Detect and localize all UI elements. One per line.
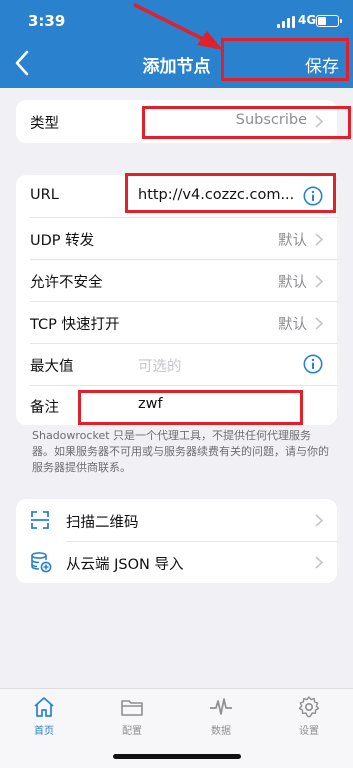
battery-icon: [316, 15, 342, 27]
max-value-label: 最大值: [30, 359, 74, 375]
signal-icon: [277, 16, 295, 28]
annotation-arrow: [133, 3, 223, 50]
tcp-fast-open-row[interactable]: TCP 快速打开 默认: [16, 302, 337, 343]
tab-settings[interactable]: 设置: [279, 695, 339, 739]
type-card: 类型 Subscribe: [16, 100, 337, 143]
home-icon: [34, 697, 54, 717]
max-value-input[interactable]: 可选的: [138, 355, 182, 376]
scan-qr-row[interactable]: 扫描二维码: [16, 499, 337, 541]
scan-qr-label: 扫描二维码: [66, 515, 139, 531]
type-value: Subscribe: [235, 112, 307, 128]
url-label: URL: [30, 187, 59, 203]
insecure-value: 默认: [278, 275, 307, 291]
disclaimer-text: Shadowrocket 只是一个代理工具，不提供任何代理服务器。如果服务器不可…: [32, 429, 329, 474]
max-value-row: 最大值 可选的: [16, 344, 337, 385]
tab-settings-label: 设置: [299, 726, 319, 737]
network-type: 4G: [298, 13, 317, 27]
remark-input[interactable]: zwf: [138, 396, 163, 412]
chevron-right-icon: [315, 233, 323, 246]
pulse-icon: [210, 698, 232, 715]
tcp-fast-open-label: TCP 快速打开: [30, 317, 120, 333]
info-icon[interactable]: [303, 186, 323, 206]
remark-label: 备注: [30, 400, 59, 416]
udp-value: 默认: [278, 233, 307, 249]
udp-row[interactable]: UDP 转发 默认: [16, 218, 337, 259]
chevron-right-icon: [315, 514, 323, 527]
database-import-icon: [31, 552, 52, 573]
import-json-row[interactable]: 从云端 JSON 导入: [16, 542, 337, 583]
info-icon[interactable]: [303, 354, 323, 374]
tab-home-label: 首页: [34, 726, 54, 737]
back-button[interactable]: [10, 48, 38, 78]
chevron-right-icon: [315, 317, 323, 330]
qr-scan-icon: [31, 511, 49, 529]
gear-icon: [298, 696, 320, 718]
folder-icon: [121, 700, 143, 716]
import-json-label: 从云端 JSON 导入: [66, 557, 184, 573]
tab-config[interactable]: 配置: [102, 695, 162, 739]
node-form-card: URL http://v4.cozzc.com... UDP 转发 默认 允许不…: [16, 175, 337, 425]
udp-label: UDP 转发: [30, 233, 95, 249]
insecure-label: 允许不安全: [30, 275, 103, 291]
chevron-right-icon: [315, 115, 323, 128]
chevron-right-icon: [315, 275, 323, 288]
remark-row: 备注 zwf: [16, 386, 337, 425]
tab-data-label: 数据: [211, 726, 231, 737]
import-actions-card: 扫描二维码 从云端 JSON 导入: [16, 499, 337, 583]
type-label: 类型: [30, 116, 59, 132]
tcp-fast-open-value: 默认: [278, 317, 307, 333]
url-row[interactable]: URL http://v4.cozzc.com...: [16, 175, 337, 217]
save-button[interactable]: 保存: [305, 52, 339, 77]
tab-data[interactable]: 数据: [191, 695, 251, 739]
type-row[interactable]: 类型 Subscribe: [16, 100, 337, 143]
chevron-right-icon: [315, 556, 323, 569]
home-indicator: [113, 754, 241, 759]
insecure-row[interactable]: 允许不安全 默认: [16, 260, 337, 301]
tab-config-label: 配置: [122, 726, 142, 737]
chevron-left-icon: [15, 50, 29, 76]
tab-home[interactable]: 首页: [14, 695, 74, 739]
url-field[interactable]: http://v4.cozzc.com...: [138, 187, 294, 203]
status-time: 3:39: [28, 12, 66, 30]
